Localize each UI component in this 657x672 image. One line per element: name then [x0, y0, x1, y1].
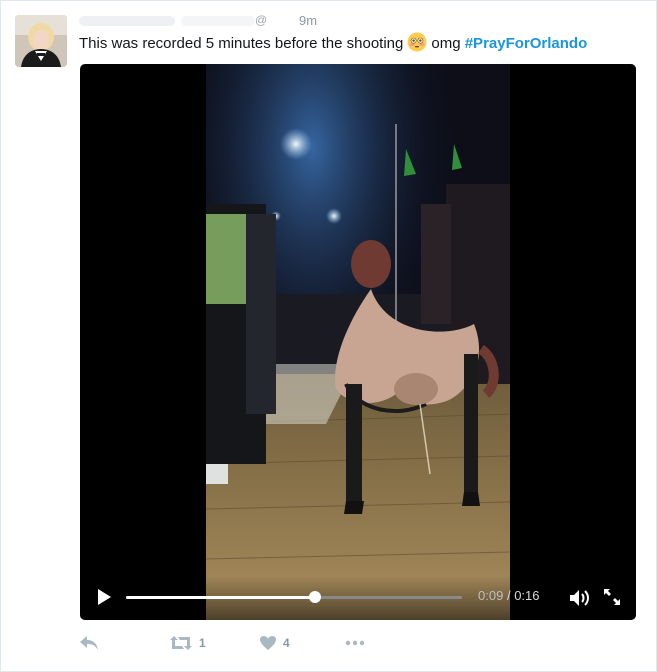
avatar-image	[15, 15, 67, 67]
video-frame	[206, 64, 510, 620]
like-count: 4	[283, 636, 290, 650]
author-handle-redacted[interactable]	[181, 16, 255, 26]
retweet-icon	[170, 636, 192, 650]
more-button[interactable]	[345, 632, 365, 654]
duration: 0:16	[514, 588, 540, 603]
video-still-image	[206, 64, 510, 620]
current-time: 0:09	[478, 588, 504, 603]
play-icon[interactable]	[96, 588, 112, 606]
progress-bar[interactable]	[126, 591, 462, 603]
video-player[interactable]: 0:09 / 0:16	[80, 64, 636, 620]
time-separator: /	[506, 588, 511, 603]
tweet-text: This was recorded 5 minutes before the s…	[79, 32, 587, 54]
avatar[interactable]	[15, 15, 67, 67]
tweet-text-after-emoji: omg	[431, 35, 461, 52]
retweet-count: 1	[199, 636, 206, 650]
progress-fill	[126, 596, 315, 599]
hashtag-link[interactable]: #PrayForOrlando	[465, 35, 588, 52]
flushed-face-emoji	[407, 32, 427, 52]
volume-icon[interactable]	[568, 588, 590, 608]
author-handle-symbol: @	[255, 13, 268, 27]
tweet-timestamp[interactable]: 9m	[299, 13, 317, 28]
fullscreen-icon[interactable]	[602, 587, 622, 607]
time-readout: 0:09 / 0:16	[478, 588, 540, 603]
tweet-text-main: This was recorded 5 minutes before the s…	[79, 35, 404, 52]
retweet-button[interactable]: 1	[169, 632, 206, 654]
more-icon	[345, 640, 365, 646]
video-controls: 0:09 / 0:16	[80, 576, 636, 620]
tweet-card: @ 9m This was recorded 5 minutes before …	[0, 0, 657, 672]
reply-button[interactable]	[79, 632, 99, 654]
like-button[interactable]: 4	[259, 632, 290, 654]
heart-icon	[260, 636, 276, 650]
progress-handle[interactable]	[309, 591, 321, 603]
author-name-redacted[interactable]	[79, 16, 175, 26]
reply-icon	[80, 636, 98, 650]
